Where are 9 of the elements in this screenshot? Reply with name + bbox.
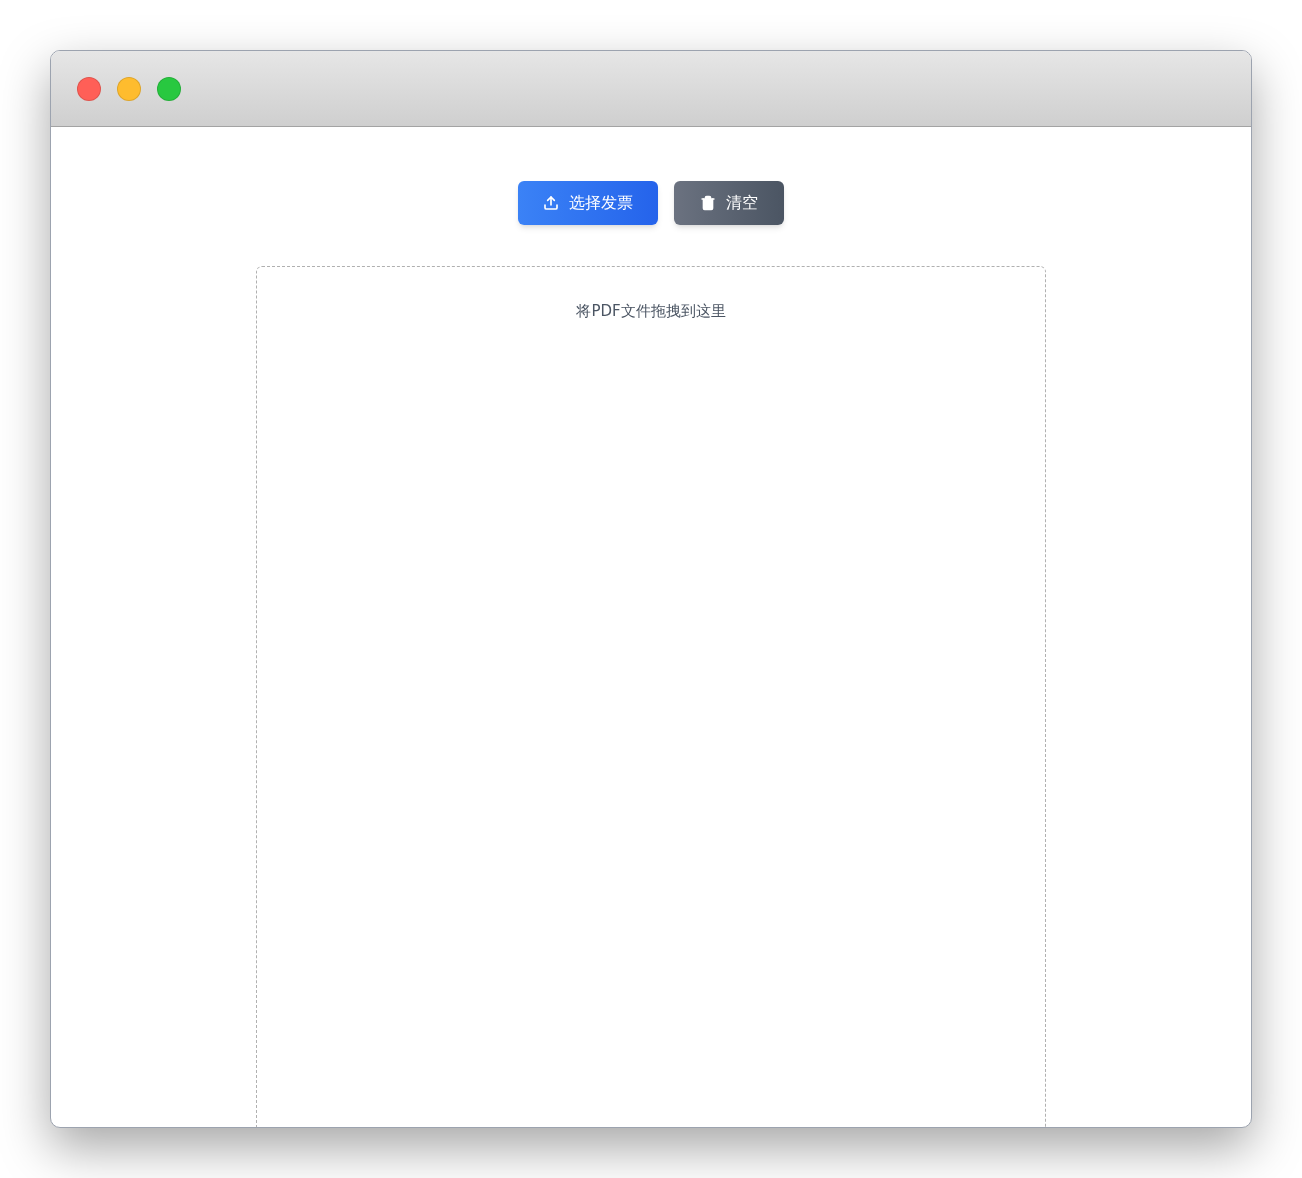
drop-zone[interactable]: 将PDF文件拖拽到这里: [256, 266, 1046, 1127]
trash-icon: [700, 195, 716, 211]
window-control-button[interactable]: [117, 76, 141, 101]
clear-button[interactable]: 清空: [674, 181, 784, 225]
drop-hint: 将PDF文件拖拽到这里: [576, 301, 726, 322]
window-control-button[interactable]: [77, 76, 101, 101]
window-control-button[interactable]: [157, 76, 181, 101]
upload-icon: [543, 195, 559, 211]
select-invoice-button[interactable]: 选择发票: [518, 181, 658, 225]
